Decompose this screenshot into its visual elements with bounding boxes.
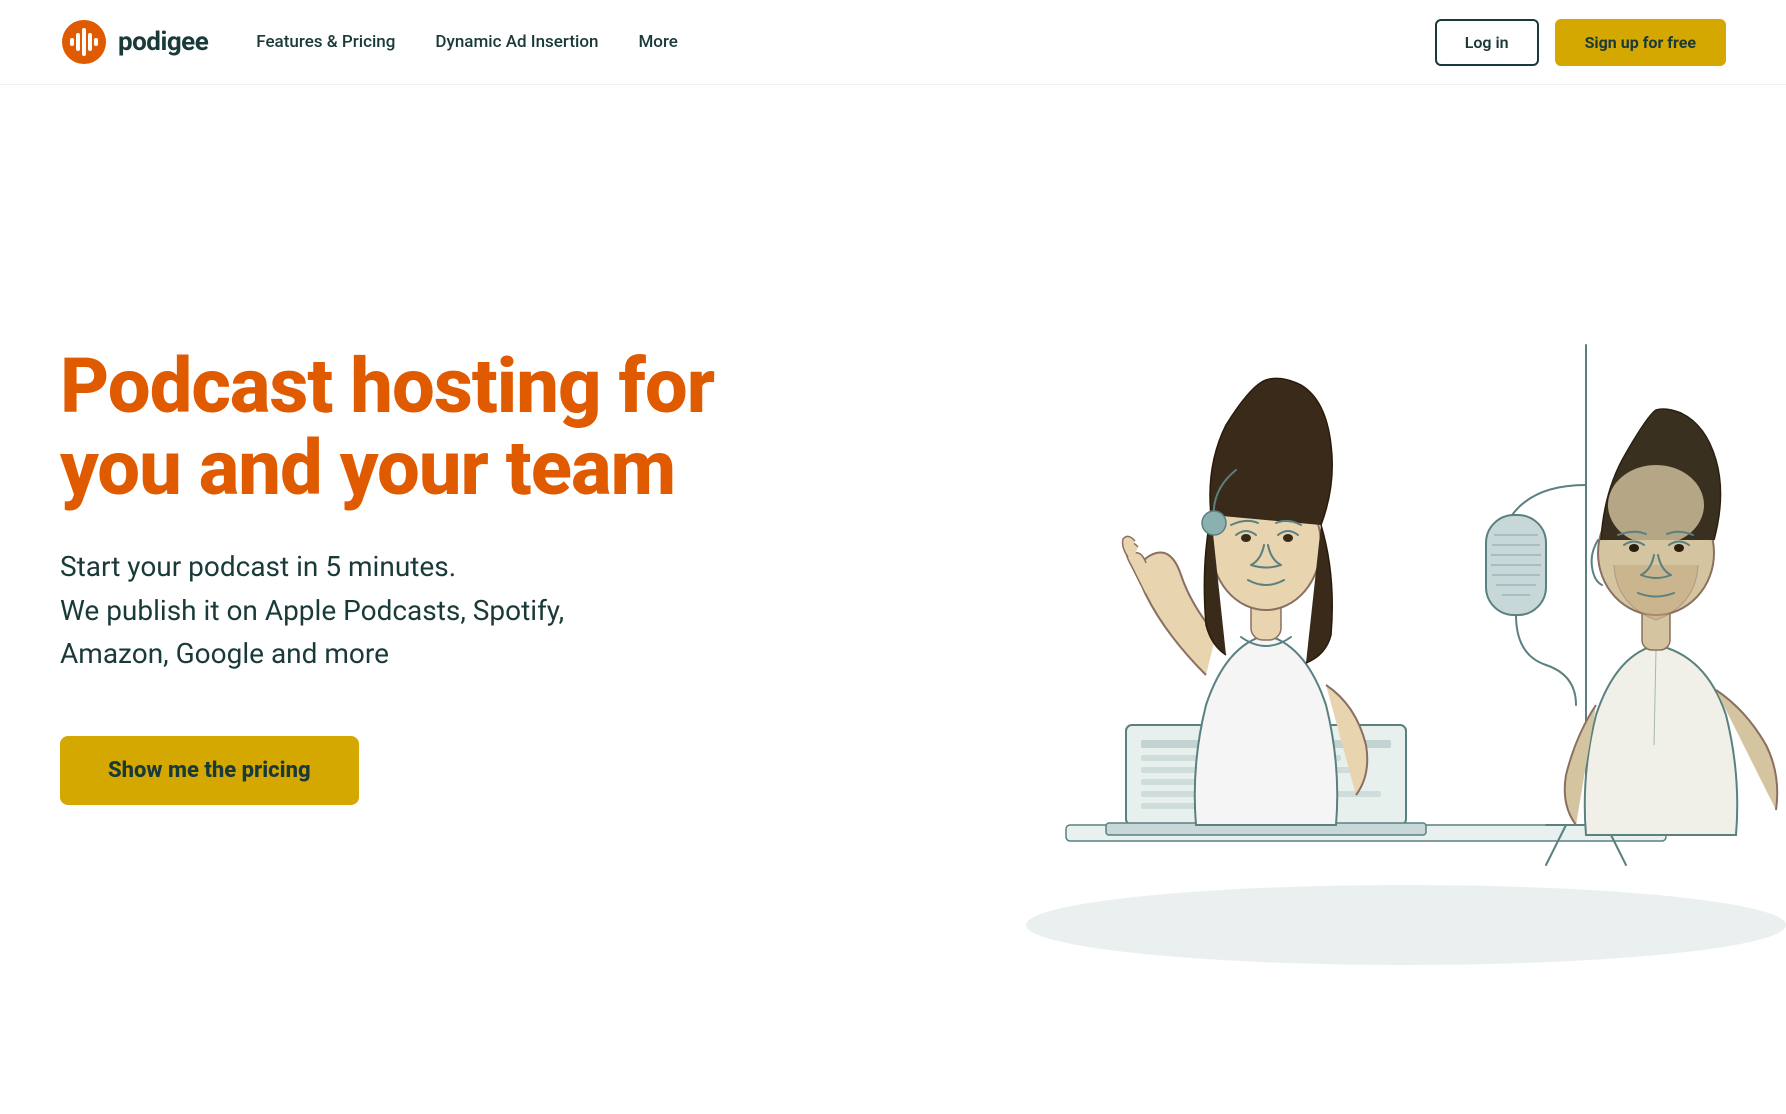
podigee-logo-icon <box>60 18 108 66</box>
hero-section: Podcast hosting for you and your team St… <box>0 85 1786 1045</box>
hero-title: Podcast hosting for you and your team <box>60 345 714 509</box>
signup-button[interactable]: Sign up for free <box>1555 19 1726 66</box>
navbar-right: Log in Sign up for free <box>1435 19 1726 66</box>
cta-button[interactable]: Show me the pricing <box>60 736 359 805</box>
hero-subtitle: Start your podcast in 5 minutes. We publ… <box>60 545 714 675</box>
nav-item-dynamic-ad[interactable]: Dynamic Ad Insertion <box>435 32 598 52</box>
nav-links: Features & Pricing Dynamic Ad Insertion … <box>256 32 678 52</box>
hero-content: Podcast hosting for you and your team St… <box>60 345 714 804</box>
hero-illustration: .sketch { fill: none; stroke: #5a8080; s… <box>906 145 1786 1045</box>
login-button[interactable]: Log in <box>1435 19 1539 66</box>
navbar: podigee Features & Pricing Dynamic Ad In… <box>0 0 1786 85</box>
navbar-left: podigee Features & Pricing Dynamic Ad In… <box>60 18 678 66</box>
nav-item-features[interactable]: Features & Pricing <box>256 32 395 52</box>
logo-text: podigee <box>118 27 208 57</box>
nav-item-more[interactable]: More <box>638 32 677 52</box>
logo[interactable]: podigee <box>60 18 208 66</box>
podcast-illustration: .sketch { fill: none; stroke: #5a8080; s… <box>906 145 1786 1045</box>
